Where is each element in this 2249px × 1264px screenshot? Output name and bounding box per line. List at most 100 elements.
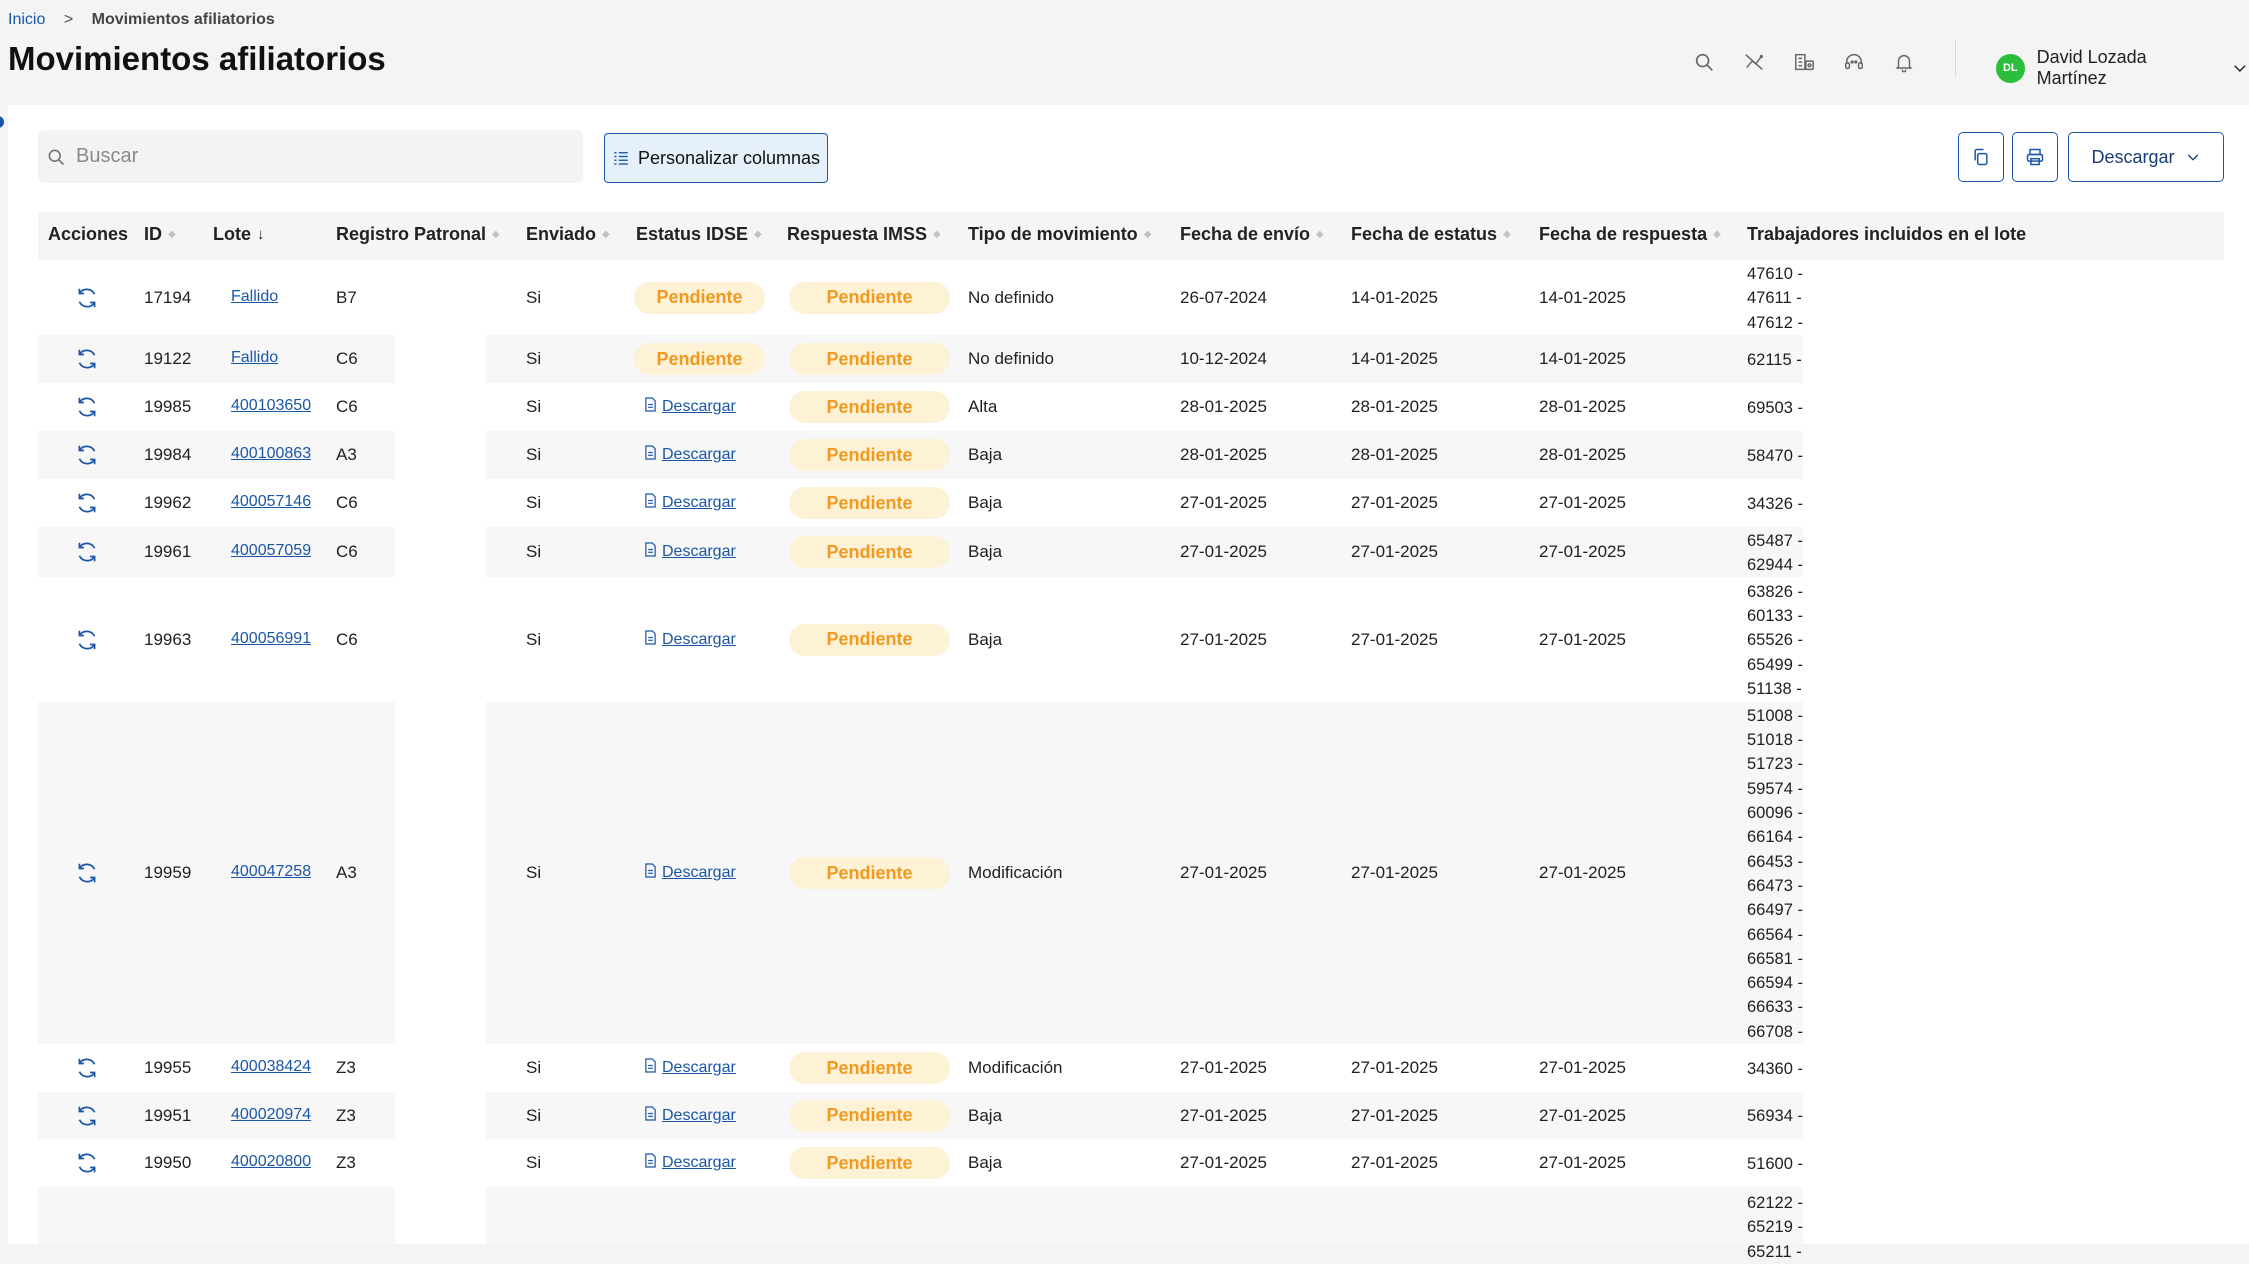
breadcrumb-current: Movimientos afiliatorios bbox=[91, 11, 275, 28]
worker-id: 66581 - bbox=[1747, 949, 1803, 968]
cell-id: 19985 bbox=[144, 397, 192, 416]
refresh-icon[interactable] bbox=[74, 490, 100, 516]
lote-link[interactable]: 400057059 bbox=[231, 542, 311, 560]
lote-link[interactable]: Fallido bbox=[231, 349, 278, 367]
search-icon[interactable] bbox=[1692, 50, 1716, 74]
download-link[interactable]: Descargar bbox=[644, 493, 736, 513]
download-label: Descargar bbox=[2091, 146, 2175, 167]
col-header-fecha-estatus[interactable]: Fecha de estatus ◆ bbox=[1351, 224, 1511, 245]
cell-tipo-movimiento: Alta bbox=[968, 397, 998, 416]
sort-icon: ◆ bbox=[1713, 229, 1721, 240]
col-header-tipo[interactable]: Tipo de movimiento ◆ bbox=[968, 224, 1151, 245]
download-dropdown-button[interactable]: Descargar bbox=[2068, 132, 2224, 182]
col-header-id[interactable]: ID ◆ bbox=[144, 224, 176, 245]
cell-enviado: Si bbox=[526, 493, 542, 512]
worker-id: 51600 - bbox=[1747, 1154, 1803, 1173]
col-header-enviado[interactable]: Enviado ◆ bbox=[526, 224, 610, 245]
sidebar-toggle[interactable] bbox=[0, 116, 4, 128]
col-header-registro[interactable]: Registro Patronal ◆ bbox=[336, 224, 500, 245]
breadcrumb-home-link[interactable]: Inicio bbox=[8, 11, 45, 28]
table-row: 19955 400038424 Z3 Si Descargar Pendiente Modi… bbox=[38, 1044, 1803, 1092]
refresh-icon[interactable] bbox=[74, 860, 100, 886]
cell-registro-patronal: Z3 bbox=[336, 1105, 356, 1125]
cell-registro-patronal: Z3 bbox=[336, 1153, 356, 1172]
download-link[interactable]: Descargar bbox=[644, 542, 736, 562]
col-header-estatus[interactable]: Estatus IDSE ◆ bbox=[636, 224, 762, 245]
refresh-icon[interactable] bbox=[74, 539, 100, 565]
file-icon bbox=[644, 1105, 657, 1126]
col-header-respuesta[interactable]: Respuesta IMSS ◆ bbox=[787, 224, 941, 245]
lote-link[interactable]: 400038424 bbox=[231, 1058, 311, 1076]
status-badge: Pendiente bbox=[634, 281, 765, 314]
table-row: 19984 400100863 A3 Si Descargar Pendiente Baja… bbox=[38, 431, 1803, 479]
sort-icon: ◆ bbox=[602, 229, 610, 240]
registro-mask bbox=[395, 1187, 486, 1244]
lote-link[interactable]: 400047258 bbox=[231, 863, 311, 881]
user-menu[interactable]: DL David Lozada Martínez bbox=[1996, 47, 2249, 89]
cell-tipo-movimiento: No definido bbox=[968, 349, 1055, 368]
refresh-icon[interactable] bbox=[74, 1103, 100, 1129]
download-link[interactable]: Descargar bbox=[644, 1058, 736, 1078]
download-link[interactable]: Descargar bbox=[644, 1153, 736, 1173]
file-icon bbox=[644, 1153, 657, 1173]
worker-id: 66564 - bbox=[1747, 925, 1803, 944]
table-row: 19951 400020974 Z3 Si Descargar Pendiente Baja… bbox=[38, 1092, 1803, 1139]
no-signal-icon[interactable] bbox=[1742, 50, 1766, 74]
lote-link[interactable]: 400020974 bbox=[231, 1106, 311, 1124]
col-header-fecha-envio[interactable]: Fecha de envío ◆ bbox=[1180, 224, 1324, 245]
print-button[interactable] bbox=[2012, 132, 2058, 182]
cell-registro-patronal: A3 bbox=[336, 445, 357, 464]
lote-link[interactable]: Fallido bbox=[231, 288, 278, 306]
cell-trabajadores: 34360 - bbox=[1747, 1057, 1803, 1081]
headset-icon[interactable] bbox=[1842, 50, 1866, 74]
download-link[interactable]: Descargar bbox=[644, 445, 736, 465]
download-link-label: Descargar bbox=[662, 446, 736, 463]
building-money-icon[interactable] bbox=[1792, 50, 1816, 74]
cell-enviado: Si bbox=[526, 1153, 542, 1172]
download-link-label: Descargar bbox=[662, 1106, 736, 1124]
table-row: 19122 Fallido C6 Si Pendiente Pendiente No def… bbox=[38, 335, 1803, 383]
copy-button[interactable] bbox=[1958, 132, 2004, 182]
cell-registro-patronal: A3 bbox=[336, 863, 357, 882]
worker-id: 51008 - bbox=[1747, 706, 1803, 725]
download-link[interactable]: Descargar bbox=[644, 863, 736, 883]
status-badge: Pendiente bbox=[789, 439, 950, 471]
cell-fecha-respuesta: 28-01-2025 bbox=[1539, 397, 1626, 416]
cell-tipo-movimiento: Baja bbox=[968, 445, 1003, 464]
refresh-icon[interactable] bbox=[74, 442, 100, 468]
cell-trabajadores: 62115 - bbox=[1747, 348, 1802, 372]
col-header-lote[interactable]: Lote ↓ bbox=[213, 224, 265, 245]
refresh-icon[interactable] bbox=[74, 1150, 100, 1176]
user-name: David Lozada Martínez bbox=[2036, 47, 2147, 88]
cell-enviado: Si bbox=[526, 445, 542, 464]
cell-enviado: Si bbox=[526, 397, 542, 416]
refresh-icon[interactable] bbox=[74, 285, 100, 311]
cell-registro-patronal: C6 bbox=[336, 493, 358, 512]
worker-id: 69503 - bbox=[1747, 398, 1803, 417]
cell-fecha-respuesta: 27-01-2025 bbox=[1539, 629, 1626, 649]
lote-link[interactable]: 400057146 bbox=[231, 493, 311, 511]
cell-enviado: Si bbox=[526, 1105, 542, 1125]
customize-columns-button[interactable]: Personalizar columnas bbox=[604, 133, 828, 183]
lote-link[interactable]: 400100863 bbox=[231, 445, 311, 463]
search-box[interactable] bbox=[38, 130, 583, 183]
status-badge: Pendiente bbox=[634, 343, 765, 375]
refresh-icon[interactable] bbox=[74, 627, 100, 653]
bell-icon[interactable] bbox=[1892, 50, 1916, 74]
chevron-down-icon bbox=[2187, 154, 2198, 161]
lote-link[interactable]: 400103650 bbox=[231, 397, 311, 415]
sort-icon: ◆ bbox=[933, 229, 941, 240]
col-header-fecha-respuesta[interactable]: Fecha de respuesta ◆ bbox=[1539, 224, 1721, 245]
lote-link[interactable]: 400020800 bbox=[231, 1153, 311, 1171]
lote-link[interactable]: 400056991 bbox=[231, 630, 311, 648]
worker-id: 66453 - bbox=[1747, 852, 1803, 871]
download-link[interactable]: Descargar bbox=[644, 1105, 736, 1126]
refresh-icon[interactable] bbox=[74, 394, 100, 420]
refresh-icon[interactable] bbox=[74, 346, 100, 372]
status-badge: Pendiente bbox=[789, 857, 950, 889]
sort-icon: ◆ bbox=[754, 229, 762, 240]
search-input[interactable] bbox=[74, 144, 558, 169]
refresh-icon[interactable] bbox=[74, 1055, 100, 1081]
download-link[interactable]: Descargar bbox=[644, 629, 736, 650]
download-link[interactable]: Descargar bbox=[644, 397, 736, 417]
